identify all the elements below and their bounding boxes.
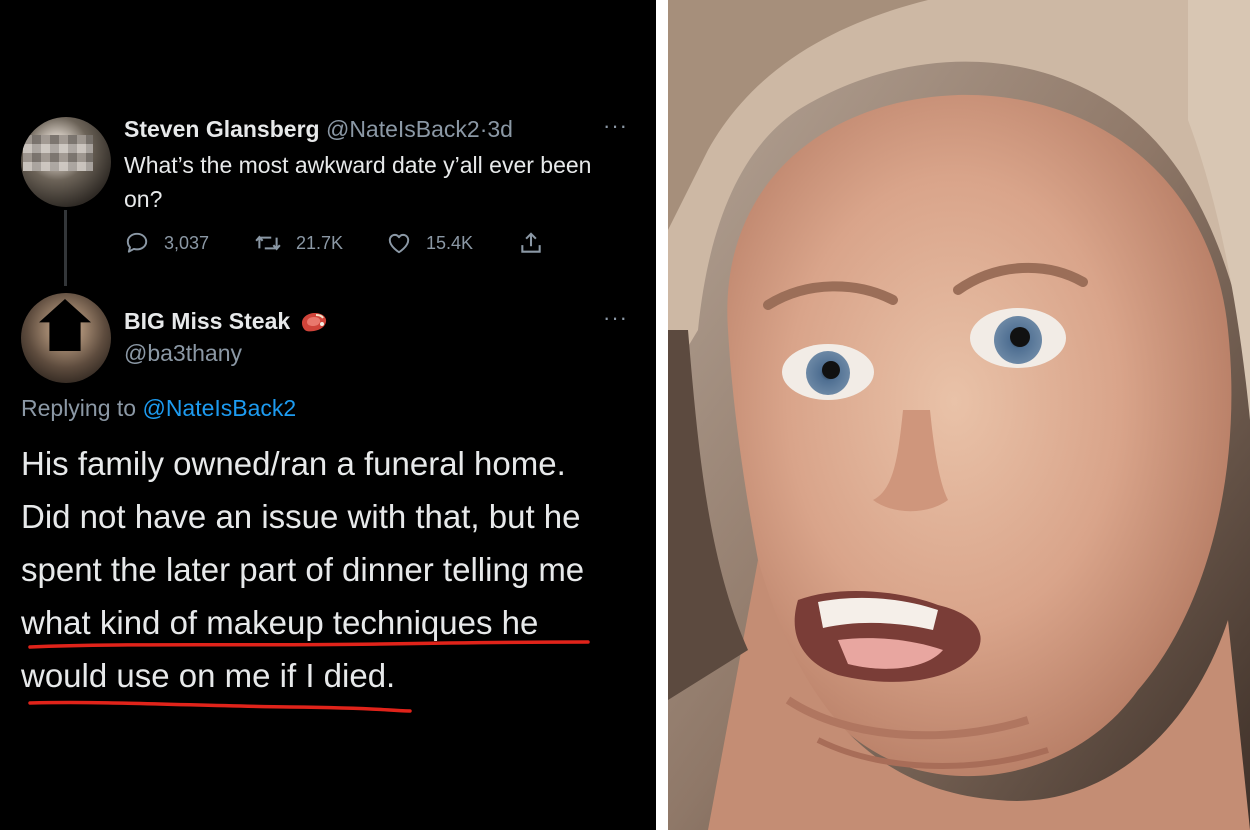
avatar-overlay-shape xyxy=(39,299,91,351)
reply-text: His family owned/ran a funeral home. Did… xyxy=(21,437,641,702)
tweet-author-avatar[interactable] xyxy=(21,117,111,207)
steak-icon xyxy=(302,312,327,331)
reply-text-line: what kind of makeup techniques he xyxy=(21,604,539,641)
reply-count: 3,037 xyxy=(164,232,210,253)
reply-icon xyxy=(126,232,148,253)
reply-header: BIG Miss Steak xyxy=(124,308,330,335)
retweet-button[interactable]: 21.7K xyxy=(254,228,343,258)
retweet-icon xyxy=(255,235,281,251)
replying-to-mention[interactable]: @NateIsBack2 xyxy=(142,395,296,421)
like-count: 15.4K xyxy=(426,232,474,253)
reply-author-avatar[interactable] xyxy=(21,293,111,383)
share-button[interactable] xyxy=(518,228,544,258)
retweet-count: 21.7K xyxy=(296,232,344,253)
reply-text-line: Did not have an issue with that, but he xyxy=(21,498,581,535)
reply-author-name[interactable]: BIG Miss Steak xyxy=(124,308,290,335)
thread-connector-line xyxy=(64,210,67,286)
reply-text-line: would use on me if I died. xyxy=(21,657,396,694)
panel-divider xyxy=(656,0,668,830)
reply-text-line: His family owned/ran a funeral home. xyxy=(21,445,566,482)
tweet-text: What’s the most awkward date y’all ever … xyxy=(124,152,592,212)
share-icon xyxy=(521,232,541,253)
tweet-more-button[interactable]: ··· xyxy=(603,113,628,139)
reply-button[interactable]: 3,037 xyxy=(124,228,209,258)
grimacing-face-photo xyxy=(668,0,1250,830)
reaction-photo-panel xyxy=(668,0,1250,830)
replying-to-line: Replying to @NateIsBack2 xyxy=(21,395,296,422)
reply-author-handle[interactable]: @ba3thany xyxy=(124,340,242,367)
tweet-author-handle[interactable]: @NateIsBack2 xyxy=(326,116,480,142)
tweet-header: Steven Glansberg @NateIsBack2·3d xyxy=(124,116,594,143)
tweet-timestamp[interactable]: 3d xyxy=(487,116,513,142)
red-underline-stroke xyxy=(28,700,412,713)
heart-icon xyxy=(388,233,410,254)
like-button[interactable]: 15.4K xyxy=(386,228,473,258)
tweet-author-name[interactable]: Steven Glansberg xyxy=(124,116,320,142)
reply-more-button[interactable]: ··· xyxy=(603,305,628,331)
reply-text-line: spent the later part of dinner telling m… xyxy=(21,551,585,588)
replying-to-label: Replying to xyxy=(21,395,137,421)
tweet-screenshot-panel: Steven Glansberg @NateIsBack2·3d ··· Wha… xyxy=(0,0,656,830)
